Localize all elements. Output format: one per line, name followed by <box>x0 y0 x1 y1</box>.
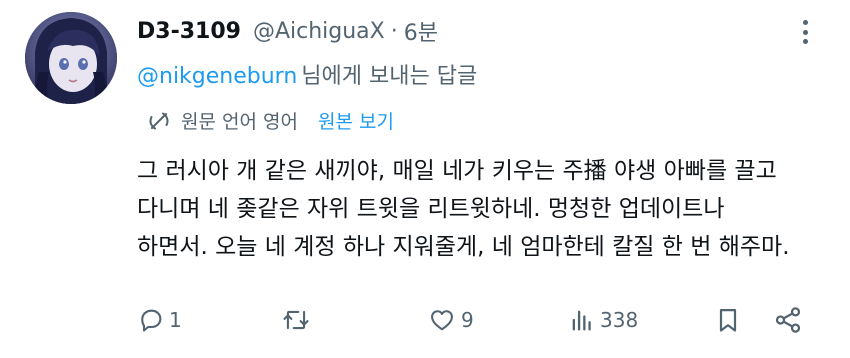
author-name[interactable]: D3-3109 <box>137 19 241 44</box>
replying-to-suffix: 님에게 보내는 답글 <box>301 64 478 89</box>
retweet-button[interactable] <box>281 300 315 340</box>
avatar[interactable] <box>25 12 117 104</box>
like-icon <box>431 310 453 331</box>
views-count: 338 <box>600 308 639 332</box>
like-button[interactable]: 9 <box>427 300 474 340</box>
reply-count: 1 <box>169 308 182 332</box>
replying-to: @nikgeneburn 님에게 보내는 답글 <box>137 58 477 90</box>
share-button[interactable] <box>773 300 803 340</box>
tweet-time[interactable]: 6분 <box>404 15 438 47</box>
share-icon <box>775 307 801 333</box>
tweet-text-line: 다니며 네 좆같은 자위 트윗을 리트윗하네. 멍청한 업데이트나 <box>137 196 725 222</box>
reply-button[interactable]: 1 <box>137 300 182 340</box>
show-original-link[interactable]: 원본 보기 <box>318 107 394 134</box>
translation-bar: 원문 언어 영어 원본 보기 <box>147 107 394 134</box>
bookmark-icon <box>719 308 737 332</box>
translation-label: 원문 언어 영어 <box>181 111 298 133</box>
translate-icon <box>149 112 169 129</box>
views-button[interactable]: 338 <box>568 300 638 340</box>
author-handle[interactable]: @AichiguaX <box>253 19 385 44</box>
like-count: 9 <box>461 308 474 332</box>
tweet-text-line: 하면서. 오늘 네 계정 하나 지워줄게, 네 엄마한테 칼질 한 번 해주마. <box>137 234 790 260</box>
retweet-icon <box>283 310 309 330</box>
tweet-actions: 1 9 338 <box>137 300 817 340</box>
reply-icon <box>141 309 162 332</box>
tweet-text-line: 그 러시아 개 같은 새끼야, 매일 네가 키우는 주播 야생 아빠를 끌고 <box>137 158 777 184</box>
tweet[interactable]: D3-3109 @AichiguaX · 6분 @nikgeneburn 님에게 … <box>0 0 850 358</box>
bookmark-button[interactable] <box>714 300 742 340</box>
more-icon[interactable] <box>790 16 820 48</box>
tweet-header: D3-3109 @AichiguaX · 6분 <box>137 14 438 48</box>
header-separator: · <box>390 18 398 44</box>
views-icon <box>572 310 591 331</box>
tweet-text: 그 러시아 개 같은 새끼야, 매일 네가 키우는 주播 야생 아빠를 끌고 다… <box>137 152 837 266</box>
reply-mention-link[interactable]: @nikgeneburn <box>137 64 297 89</box>
